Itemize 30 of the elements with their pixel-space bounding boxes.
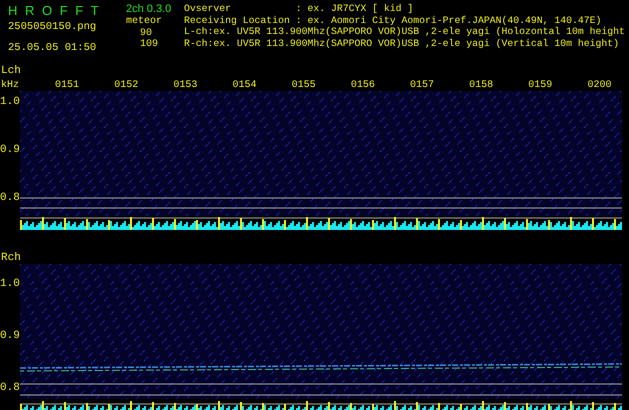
time-tick-label: 0156 [350, 80, 376, 91]
unit-label: kHz [0, 80, 20, 91]
time-tick-label: 0152 [113, 80, 140, 91]
channel-label: Rch [1, 252, 21, 264]
info-line: L-ch:ex. UV5R 113.900Mhz(SAPPORO VOR)USB ,2-ele yagi (Holozontal 10m height [184, 26, 625, 38]
time-tick-label: 0158 [468, 80, 494, 91]
time-tick-label: 0159 [527, 80, 554, 91]
app-title: H R O F F T [8, 3, 100, 17]
frequency-tick-label: 0.8 [0, 382, 20, 396]
time-tick-label: 0155 [290, 80, 317, 91]
version-label: 2ch 0.3.0 [126, 3, 172, 16]
time-tick-label: 0154 [232, 80, 258, 91]
frequency-tick-label: 0.9 [0, 330, 20, 344]
info-line: Receiving Location : ex. Aomori City Aomori-Pref.JAPAN(40.49N, 140.47E) [184, 14, 602, 26]
time-tick-label: 0153 [172, 80, 198, 91]
date-time: 25.05.05 01:50 [8, 42, 98, 54]
time-tick-label: 0200 [586, 80, 612, 91]
info-line: R-ch:ex. UV5R 113.900Mhz(SAPPORO VOR)USB ,2-ele yagi (Vertical 10m height) [184, 38, 620, 50]
file-name: 2505050150.png [8, 21, 98, 33]
time-tick-label: 0151 [54, 80, 80, 91]
frequency-tick-label: 1.0 [0, 278, 20, 292]
frequency-tick-label: 0.9 [0, 144, 20, 158]
time-tick-label: 0157 [408, 80, 435, 91]
meteor-count: 109 [139, 39, 158, 50]
meteor-count: 90 [139, 28, 152, 39]
counter-label: meteor [126, 16, 162, 28]
frequency-tick-label: 0.8 [0, 192, 20, 206]
channel-label: Lch [0, 65, 22, 77]
frequency-tick-label: 1.0 [0, 96, 20, 110]
info-line: Ovserver : ex. JR7CYX [ kid ] [184, 3, 414, 15]
